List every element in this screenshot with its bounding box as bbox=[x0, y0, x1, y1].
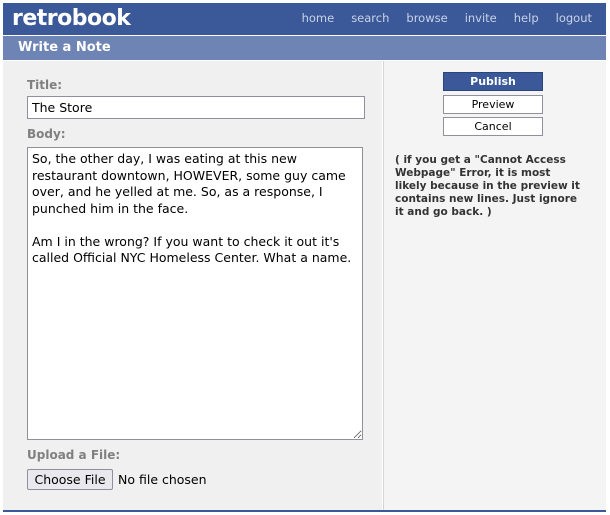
cancel-button[interactable]: Cancel bbox=[443, 117, 543, 136]
body-label: Body: bbox=[27, 127, 66, 141]
bottom-border bbox=[3, 510, 606, 512]
choose-file-button[interactable]: Choose File bbox=[27, 469, 113, 490]
title-input[interactable] bbox=[27, 96, 365, 119]
retrobook-logo[interactable]: retrobook bbox=[12, 6, 131, 32]
nav-help-link[interactable]: help bbox=[514, 11, 539, 25]
main-nav: home search browse invite help logout bbox=[285, 11, 592, 25]
title-label: Title: bbox=[27, 78, 63, 92]
nav-invite-link[interactable]: invite bbox=[465, 11, 497, 25]
file-status-text: No file chosen bbox=[118, 472, 207, 487]
nav-browse-link[interactable]: browse bbox=[406, 11, 447, 25]
page-title: Write a Note bbox=[18, 40, 111, 55]
preview-button[interactable]: Preview bbox=[443, 95, 543, 114]
page-title-bar: Write a Note bbox=[3, 36, 606, 60]
publish-button[interactable]: Publish bbox=[443, 72, 543, 91]
top-navbar: retrobook home search browse invite help… bbox=[3, 3, 606, 35]
nav-search-link[interactable]: search bbox=[351, 11, 389, 25]
upload-label: Upload a File: bbox=[27, 448, 121, 462]
body-textarea[interactable]: So, the other day, I was eating at this … bbox=[27, 147, 363, 440]
error-help-note: ( if you get a "Cannot Access Webpage" E… bbox=[395, 154, 580, 218]
nav-home-link[interactable]: home bbox=[302, 11, 335, 25]
nav-logout-link[interactable]: logout bbox=[556, 11, 592, 25]
